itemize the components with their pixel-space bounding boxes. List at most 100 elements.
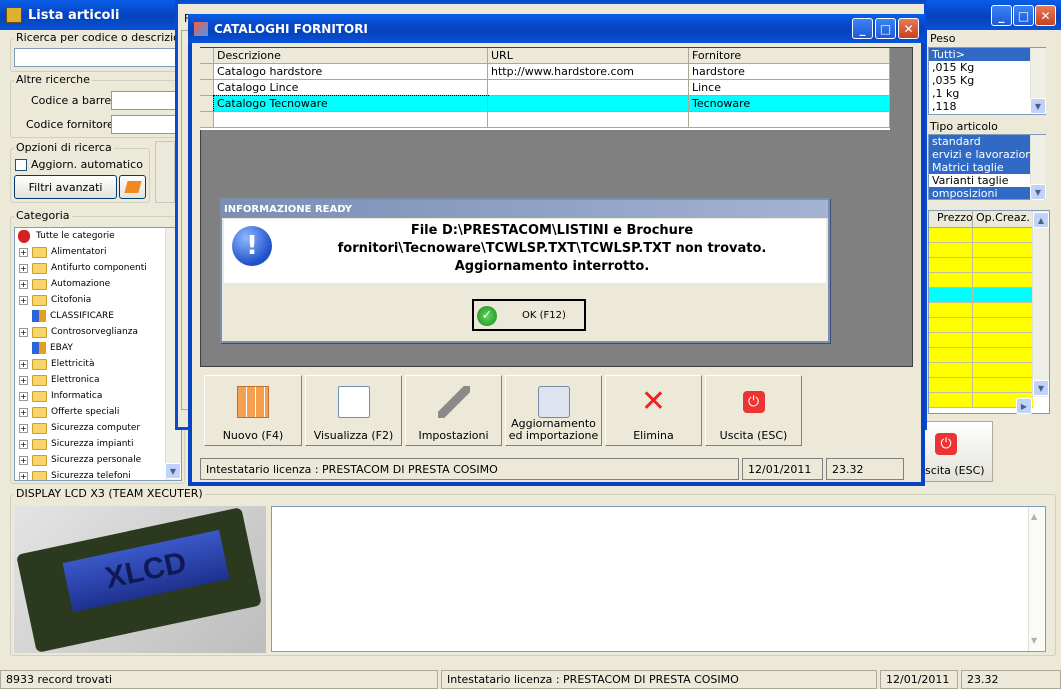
toolbar-button[interactable]: Nuovo (F4) [204,375,302,446]
category-item[interactable]: + Elettronica [15,372,181,388]
notes-scroll-down[interactable]: ▼ [1031,636,1037,645]
expand-icon[interactable]: + [19,359,28,369]
ok-button[interactable]: ✓ OK (F12) [472,299,586,331]
category-item[interactable]: + Sicurezza personale [15,452,181,468]
grid-row[interactable] [929,363,1033,378]
right-grid-scrollbar[interactable] [1032,211,1049,397]
expand-icon[interactable]: + [19,439,28,449]
category-item[interactable]: + Sicurezza telefoni [15,468,181,480]
row-header[interactable] [200,96,214,112]
category-item[interactable]: + Antifurto componenti [15,260,181,276]
expand-icon[interactable]: + [19,471,28,480]
toolbar-button[interactable]: Impostazioni [405,375,502,446]
catalog-cell-descrizione[interactable]: Catalogo Lince [214,80,488,96]
expand-icon[interactable]: + [19,407,28,417]
notes-scroll-up[interactable]: ▲ [1031,512,1037,521]
expand-icon[interactable]: + [19,423,28,433]
expand-icon[interactable]: + [19,247,28,257]
row-header[interactable] [200,64,214,80]
category-item[interactable]: + Alimentatori [15,244,181,260]
catalog-cell-descrizione[interactable]: Catalogo hardstore [214,64,488,80]
expand-icon[interactable]: + [19,455,28,465]
category-scroll-down[interactable]: ▼ [165,463,181,479]
row-header-corner[interactable] [200,48,214,64]
category-item[interactable]: + Citofonia [15,292,181,308]
catalog-cell-fornitore[interactable]: Lince [689,80,890,96]
toolbar-button[interactable]: ⏻ Uscita (ESC) [705,375,802,446]
weight-list[interactable]: Tutti> ,015 Kg ,035 Kg ,1 kg ,118 [928,47,1046,115]
weight-scroll-down[interactable]: ▼ [1030,98,1046,114]
catalog-maximize-button[interactable]: □ [875,18,896,39]
expand-icon[interactable]: + [19,263,28,273]
grid-row[interactable] [929,228,1033,243]
catalog-cell-url[interactable] [488,112,689,128]
catalog-cell-fornitore[interactable]: hardstore [689,64,890,80]
grid-header-price[interactable]: Prezzo [929,211,973,228]
catalog-cell-fornitore[interactable]: Tecnoware [689,96,890,112]
expand-icon[interactable]: + [19,327,28,337]
catalog-cell-url[interactable] [488,80,689,96]
catalog-cell-descrizione[interactable] [214,112,488,128]
weight-item[interactable]: Tutti> [929,48,1045,61]
category-item[interactable]: EBAY [15,340,181,356]
notes-scrollbar[interactable] [1028,507,1045,651]
article-type-scroll-down[interactable]: ▼ [1030,184,1046,200]
grid-row[interactable] [929,348,1033,363]
column-header[interactable]: Fornitore [689,48,890,64]
category-item[interactable]: CLASSIFICARE [15,308,181,324]
grid-row[interactable] [929,378,1033,393]
grid-row[interactable] [929,333,1033,348]
product-notes[interactable] [271,506,1046,652]
grid-header-op[interactable]: Op.Creaz. [973,211,1033,228]
expand-icon[interactable]: + [19,295,28,305]
advanced-filters-button[interactable]: Filtri avanzati [14,175,117,199]
grid-row[interactable] [929,318,1033,333]
right-grid-scroll-down[interactable]: ▼ [1033,380,1049,396]
category-item[interactable]: Tutte le categorie [15,228,181,244]
toolbar-button[interactable]: Aggiornamento ed importazione [505,375,602,446]
grid-row[interactable] [929,258,1033,273]
row-header[interactable] [200,112,214,128]
article-type-item[interactable]: omposizioni [929,187,1045,199]
category-item[interactable]: + Controsorveglianza [15,324,181,340]
supplier-code-input[interactable] [111,115,180,134]
expand-icon[interactable]: + [19,375,28,385]
grid-row[interactable] [929,243,1033,258]
category-item[interactable]: + Offerte speciali [15,404,181,420]
catalog-cell-fornitore[interactable] [689,112,890,128]
article-type-item[interactable]: Varianti taglie [929,174,1045,187]
catalog-cell-url[interactable] [488,96,689,112]
category-item[interactable]: + Elettricità [15,356,181,372]
article-type-item[interactable]: Matrici taglie [929,161,1045,174]
column-header[interactable]: URL [488,48,689,64]
expand-icon[interactable]: + [19,279,28,289]
auto-update-checkbox[interactable] [15,159,27,171]
right-grid-scroll-right[interactable]: ▶ [1016,398,1032,414]
search-input[interactable] [14,48,180,67]
weight-item[interactable]: ,015 Kg [929,61,1045,74]
weight-item[interactable]: ,035 Kg [929,74,1045,87]
column-header[interactable]: Descrizione [214,48,488,64]
catalog-cell-descrizione[interactable]: Catalogo Tecnoware [213,95,489,113]
toolbar-button[interactable]: Visualizza (F2) [305,375,402,446]
catalog-grid[interactable]: Descrizione URL Fornitore Catalogo hardstor… [200,48,890,130]
filter-arrow-button[interactable] [119,175,146,199]
barcode-input[interactable] [111,91,180,110]
right-grid-scroll-up[interactable]: ▲ [1033,212,1049,228]
grid-row[interactable] [929,273,1033,288]
article-type-item[interactable]: standard [929,135,1045,148]
maximize-button[interactable]: □ [1013,5,1034,26]
category-item[interactable]: + Sicurezza impianti [15,436,181,452]
grid-row[interactable] [929,288,1033,303]
expand-icon[interactable]: + [19,391,28,401]
category-item[interactable]: + Informatica [15,388,181,404]
category-item[interactable]: + Automazione [15,276,181,292]
toolbar-button[interactable]: ✕ Elimina [605,375,702,446]
main-exit-button[interactable]: ⏻ scita (ESC) [920,421,993,482]
minimize-button[interactable]: _ [991,5,1012,26]
catalog-cell-url[interactable]: http://www.hardstore.com [488,64,689,80]
category-item[interactable]: + Sicurezza computer [15,420,181,436]
close-button[interactable]: ✕ [1035,5,1056,26]
catalog-minimize-button[interactable]: _ [852,18,873,39]
weight-item[interactable]: ,1 kg [929,87,1045,100]
